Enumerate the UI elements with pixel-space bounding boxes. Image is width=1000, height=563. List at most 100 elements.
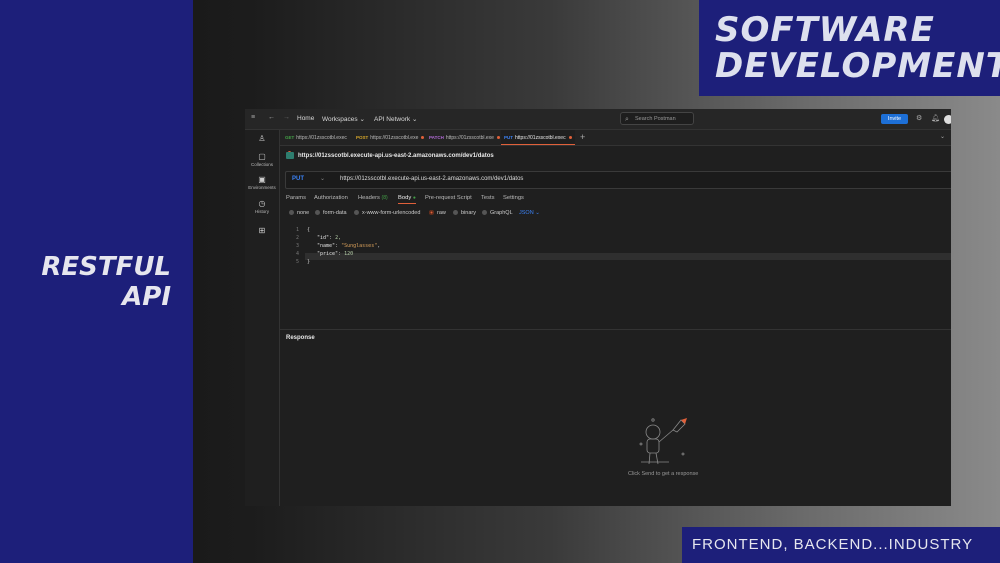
json-number: 2, [335,235,342,241]
line-number: 1 [295,227,299,233]
radio-binary[interactable]: binary [453,210,476,216]
radio-icon [354,210,359,216]
tab-pre-request-script[interactable]: Pre-request Script [425,195,472,201]
send-hint: Click Send to get a response [628,471,699,477]
json-string: "Sunglasses" [341,243,378,249]
code-line: } [307,259,311,265]
request-tab[interactable]: GET https://01zsscotbl.exec [282,130,352,155]
api-network-menu[interactable]: API Network ⌄ [374,115,417,123]
collections-icon: ▢ [258,152,266,161]
radio-label: GraphQL [490,210,513,216]
json-key: "price" [317,251,339,257]
workspaces-menu[interactable]: Workspaces ⌄ [322,115,365,123]
method-select[interactable]: PUT [292,176,304,182]
bell-icon[interactable]: 🔔︎ [931,114,940,122]
back-arrow-icon[interactable]: ← [268,114,275,121]
left-title: RESTFUL API [41,252,171,312]
json-comma: , [377,243,381,249]
tab-label: https://01zsscotbl.exe [370,135,419,141]
sidebar-item-label: History [254,209,269,214]
code-line: { [307,227,311,233]
sidebar: ♙ ▢ Collections ▣ Environments ◷ History… [245,130,280,506]
top-banner-line-1: SOFTWARE [715,10,935,50]
settings-gear-icon[interactable]: ⚙ [916,114,922,122]
invite-label: Invite [887,116,902,122]
hamburger-icon[interactable]: ≡ [251,114,255,121]
request-tab[interactable]: PATCH https://01zsscotbl.exe [426,130,500,145]
tab-label: https://01zsscotbl.exec [515,135,566,141]
tab-body-label: Body [398,195,412,201]
radio-label: none [297,210,310,216]
home-link[interactable]: Home [297,115,314,122]
radio-x-www-form-urlencoded[interactable]: x-www-form-urlencoded [354,210,420,216]
request-tab-active[interactable]: PUT https://01zsscotbl.exec [501,130,575,145]
tab-headers-label: Headers [358,195,380,201]
line-number: 4 [295,251,299,257]
radio-icon [453,210,458,216]
sidebar-item-history[interactable]: ◷ History [245,199,279,214]
tab-settings[interactable]: Settings [503,195,524,201]
history-icon: ◷ [258,199,266,208]
code-editor[interactable]: 1 { 2 "id": 2, 3 "name": "Sunglasses", 4… [280,224,951,330]
unsaved-dot [421,136,425,140]
environments-icon: ▣ [258,175,266,184]
radio-graphql[interactable]: GraphQL [482,210,513,216]
top-banner: SOFTWARE DEVELOPMENT [699,0,1000,96]
current-line-highlight [305,253,951,260]
code-line: "id": 2, [317,235,342,241]
workspaces-label: Workspaces [322,116,358,123]
tab-authorization[interactable]: Authorization [314,195,348,201]
request-title[interactable]: https://01zsscotbl.execute-api.us-east-2… [286,152,494,159]
radio-form-data[interactable]: form-data [315,210,347,216]
sidebar-item-collections[interactable]: ▢ Collections [245,152,279,167]
chevron-down-icon: ⌄ [535,210,540,216]
tab-body[interactable]: Body ● [398,195,416,204]
search-icon: ⌕ [625,116,629,123]
sidebar-item-environments[interactable]: ▣ Environments [245,175,279,190]
language-select[interactable]: JSON ⌄ [519,210,540,216]
sidebar-item-apps[interactable]: ⊞ [245,226,279,236]
radio-icon [429,210,434,216]
tab-headers[interactable]: Headers (8) [358,195,388,201]
request-tab[interactable]: POST https://01zsscotbl.exe [353,130,425,145]
search-placeholder: Search Postman [635,116,676,122]
top-bar: ≡ ← → Home Workspaces ⌄ API Network ⌄ ⌕ … [245,109,951,130]
tab-method: GET [285,135,295,140]
left-title-line-1: RESTFUL [41,252,171,282]
invite-button[interactable]: Invite [881,114,908,124]
body-status-dot: ● [412,195,416,201]
left-title-panel: RESTFUL API [0,0,193,563]
radio-label: raw [437,210,446,216]
radio-icon [315,210,320,216]
chevron-down-icon: ⌄ [359,116,365,123]
tab-method: PATCH [429,135,444,140]
tab-method: PUT [504,135,513,140]
json-number: 120 [344,251,354,257]
postman-window: ≡ ← → Home Workspaces ⌄ API Network ⌄ ⌕ … [245,109,951,506]
language-label: JSON [519,210,534,216]
radio-icon [482,210,487,216]
headers-count: (8) [381,195,388,201]
sidebar-item-label: Environments [248,185,276,190]
forward-arrow-icon[interactable]: → [283,114,290,121]
radio-raw[interactable]: raw [429,210,446,216]
tabs-chevron-down-icon[interactable]: ⌄ [940,133,945,140]
url-input[interactable]: https://01zsscotbl.execute-api.us-east-2… [340,176,523,182]
tab-params[interactable]: Params [286,195,306,201]
left-title-line-2: API [122,282,171,312]
radio-none[interactable]: none [289,210,309,216]
radio-label: form-data [323,210,347,216]
sidebar-item-user[interactable]: ♙ [245,134,279,144]
sidebar-item-label: Collections [250,162,273,167]
url-bar: PUT ⌄ https://01zsscotbl.execute-api.us-… [285,171,951,189]
avatar[interactable] [944,115,951,124]
http-request-icon [286,152,294,159]
bottom-banner: FRONTEND, BACKEND...INDUSTRY [682,527,1000,563]
json-key: "id" [317,235,330,241]
tab-label: https://01zsscotbl.exec [296,135,347,141]
new-tab-plus-icon[interactable]: + [580,132,585,142]
method-chevron-down-icon[interactable]: ⌄ [320,175,325,182]
search-input[interactable]: ⌕ Search Postman [620,112,694,125]
tab-tests[interactable]: Tests [481,195,495,201]
radio-icon [289,210,294,216]
